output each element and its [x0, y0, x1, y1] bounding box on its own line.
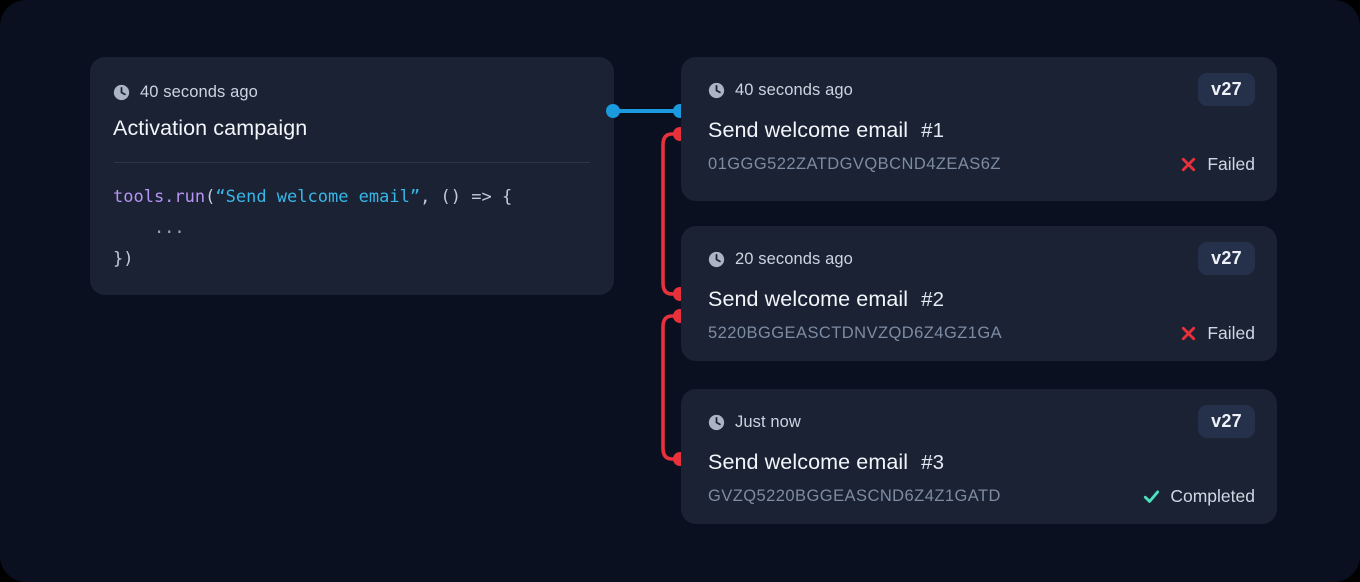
- clock-icon: [708, 251, 725, 267]
- run-card[interactable]: 40 seconds ago v27 Send welcome email #1…: [681, 57, 1277, 201]
- run-timestamp-row: 20 seconds ago: [708, 249, 853, 269]
- source-timestamp: 40 seconds ago: [140, 82, 258, 101]
- clock-icon: [708, 82, 725, 98]
- run-card[interactable]: Just now v27 Send welcome email #3 GVZQ5…: [681, 389, 1277, 524]
- run-title-row: Send welcome email #1: [708, 118, 1255, 143]
- run-title: Send welcome email: [708, 118, 909, 142]
- status-badge: Failed: [1179, 154, 1255, 175]
- version-badge[interactable]: v27: [1198, 405, 1255, 438]
- run-timestamp-row: 40 seconds ago: [708, 80, 853, 100]
- run-footer: 5220BGGEASCTDNVZQD6Z4GZ1GA Failed: [708, 323, 1255, 344]
- run-title: Send welcome email: [708, 450, 909, 474]
- clock-icon: [113, 84, 130, 100]
- run-title-row: Send welcome email #2: [708, 287, 1255, 312]
- run-title: Send welcome email: [708, 287, 909, 311]
- run-header: Just now v27: [708, 405, 1255, 438]
- status-label: Failed: [1207, 323, 1255, 343]
- source-code-block: tools.run(“Send welcome email”, () => { …: [113, 182, 591, 275]
- run-footer: 01GGG522ZATDGVQBCND4ZEAS6Z Failed: [708, 154, 1255, 175]
- run-timestamp: Just now: [735, 412, 801, 431]
- code-ellipsis-line: ...: [113, 218, 185, 238]
- run-header: 40 seconds ago v27: [708, 73, 1255, 106]
- run-id[interactable]: GVZQ5220BGGEASCND6Z4Z1GATD: [708, 487, 1001, 506]
- source-timestamp-row: 40 seconds ago: [113, 82, 591, 102]
- run-timestamp: 20 seconds ago: [735, 249, 853, 268]
- run-header: 20 seconds ago v27: [708, 242, 1255, 275]
- code-close-line: }): [113, 249, 134, 269]
- status-label: Completed: [1170, 486, 1255, 506]
- run-index: #2: [921, 288, 945, 311]
- code-line1-tail: , () => {: [420, 187, 513, 207]
- source-title: Activation campaign: [113, 116, 308, 140]
- version-badge[interactable]: v27: [1198, 242, 1255, 275]
- run-timestamp: 40 seconds ago: [735, 80, 853, 99]
- status-badge: Failed: [1179, 323, 1255, 344]
- status-badge: Completed: [1142, 486, 1255, 507]
- status-label: Failed: [1207, 154, 1255, 174]
- clock-icon: [708, 414, 725, 430]
- x-mark-icon: [1182, 157, 1196, 172]
- code-open-paren: (: [205, 187, 216, 207]
- check-mark-icon: [1144, 490, 1160, 503]
- run-title-row: Send welcome email #3: [708, 450, 1255, 475]
- run-id[interactable]: 01GGG522ZATDGVQBCND4ZEAS6Z: [708, 155, 1001, 174]
- run-index: #3: [921, 451, 945, 474]
- run-index: #1: [921, 119, 945, 142]
- source-card[interactable]: 40 seconds ago Activation campaign tools…: [90, 57, 614, 295]
- run-id[interactable]: 5220BGGEASCTDNVZQD6Z4GZ1GA: [708, 324, 1002, 343]
- version-badge[interactable]: v27: [1198, 73, 1255, 106]
- run-timestamp-row: Just now: [708, 412, 801, 432]
- source-divider: [114, 162, 590, 163]
- code-string-literal: “Send welcome email”: [215, 187, 421, 207]
- x-mark-icon: [1182, 326, 1196, 341]
- code-function-name: tools.run: [113, 187, 206, 207]
- run-card[interactable]: 20 seconds ago v27 Send welcome email #2…: [681, 226, 1277, 361]
- run-footer: GVZQ5220BGGEASCND6Z4Z1GATD Completed: [708, 486, 1255, 507]
- canvas: 40 seconds ago Activation campaign tools…: [0, 0, 1360, 582]
- connector-source-to-run-1: [606, 104, 687, 118]
